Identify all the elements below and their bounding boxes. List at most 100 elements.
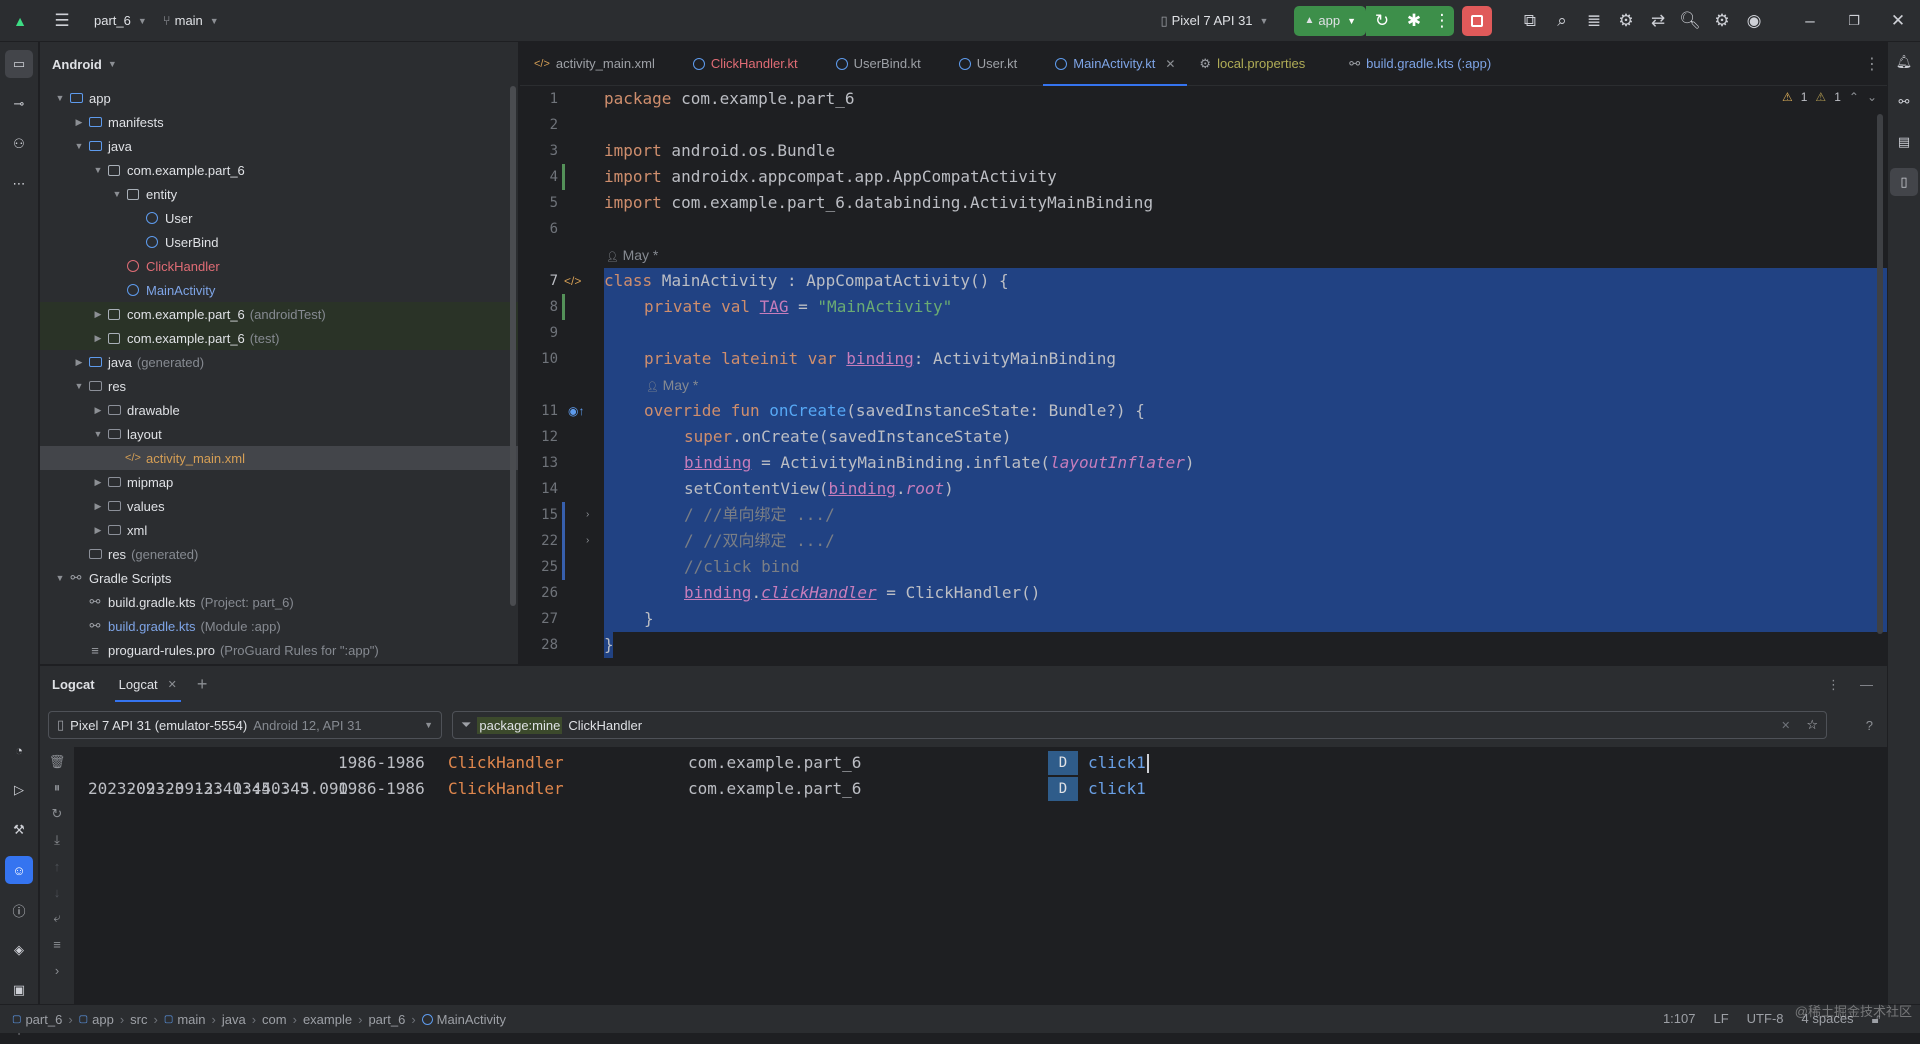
author-hint[interactable]: 👤︎ May * [606, 242, 658, 268]
settings-gear-icon[interactable]: ⚙ [1706, 6, 1738, 36]
tree-item-xml[interactable]: ▶ xml [40, 518, 518, 542]
gradle-icon[interactable]: ⚯ [1890, 88, 1918, 116]
tree-item-userbind[interactable]: UserBind [40, 230, 518, 254]
logcat-icon[interactable]: ☺ [5, 856, 33, 884]
tree-item-res[interactable]: ▼ res [40, 374, 518, 398]
down-arrow-icon[interactable]: ↓ [40, 879, 74, 905]
close-window-icon[interactable]: ✕ [1876, 6, 1920, 36]
minimize-panel-icon[interactable]: — [1860, 677, 1873, 692]
add-tab-icon[interactable]: + [197, 674, 208, 695]
more-tools-icon[interactable]: ⋯ [5, 170, 33, 198]
structure-icon[interactable]: ⚇ [5, 130, 33, 158]
pause-icon[interactable]: ⏸ [40, 775, 74, 801]
logcat-filter-input[interactable]: ⏷ package:mine ClickHandler ✕ ☆ [452, 711, 1827, 739]
running-devices-icon[interactable]: ▯ [1890, 168, 1918, 196]
run-config-selector[interactable]: ▲ app ▼ [1294, 5, 1366, 36]
tab-options-icon[interactable]: ⋮ [1857, 54, 1887, 74]
settings-icon[interactable]: ≡ [40, 931, 74, 957]
tab-user[interactable]: User.kt [947, 42, 1029, 86]
project-folder-icon[interactable]: ▭ [5, 50, 33, 78]
commit-icon[interactable]: ⊸ [5, 90, 33, 118]
project-view-selector[interactable]: Android ▼ [40, 42, 518, 86]
help-icon[interactable]: ? [1866, 718, 1873, 733]
problems-icon[interactable]: ⓘ [5, 896, 33, 924]
tab-build-gradle-app[interactable]: ⚯ build.gradle.kts (:app) [1337, 42, 1503, 86]
tree-item-build-gradle-module[interactable]: ⚯ build.gradle.kts (Module :app) [40, 614, 518, 638]
tree-item-java[interactable]: ▼ java [40, 134, 518, 158]
tree-item-clickhandler[interactable]: ClickHandler [40, 254, 518, 278]
expand-icon[interactable]: › [40, 957, 74, 983]
notifications-bell-icon[interactable]: 🔔︎ [1890, 48, 1918, 76]
author-hint[interactable]: 👤︎ May * [646, 372, 698, 398]
fold-chevron-icon[interactable]: › [586, 502, 589, 528]
editor-scrollbar[interactable] [1877, 114, 1883, 634]
chevron-up-icon[interactable]: ⌃ [1849, 90, 1859, 104]
tab-logcat[interactable]: Logcat ✕ [107, 666, 189, 704]
account-icon[interactable]: ◉ [1738, 6, 1770, 36]
inspection-widget[interactable]: ⚠ 1 ⚠ 1 ⌃ ⌄ [1782, 90, 1877, 104]
code-editor[interactable]: package com.example.part_6 import androi… [604, 86, 1887, 664]
breadcrumb-item[interactable]: com [262, 1012, 287, 1027]
soft-wrap-icon[interactable]: ⤶ [40, 905, 74, 931]
breadcrumb-item[interactable]: ▢ part_6 [12, 1012, 62, 1027]
breadcrumb-item[interactable]: example [303, 1012, 352, 1027]
tree-item-values[interactable]: ▶ values [40, 494, 518, 518]
main-menu-icon[interactable]: ☰ [46, 6, 78, 36]
breadcrumb-item[interactable]: java [222, 1012, 246, 1027]
device-selector[interactable]: ▯ Pixel 7 API 31 ▼ [1152, 6, 1276, 36]
tree-item-java-generated[interactable]: ▶ java (generated) [40, 350, 518, 374]
options-icon[interactable]: ⋮ [1827, 677, 1840, 693]
debug-icon[interactable]: ✱ [1398, 5, 1430, 36]
project-scrollbar[interactable] [510, 86, 516, 606]
tree-item-manifests[interactable]: ▶ manifests [40, 110, 518, 134]
chevron-down-icon[interactable]: ⌄ [1867, 90, 1877, 104]
terminal-icon[interactable]: ▣ [5, 976, 33, 1004]
file-encoding[interactable]: UTF-8 [1747, 1011, 1784, 1027]
device-manager-icon[interactable]: ⧉ [1514, 6, 1546, 36]
tab-userbind[interactable]: UserBind.kt [824, 42, 933, 86]
breadcrumb-item[interactable]: src [130, 1012, 147, 1027]
layout-inspector-icon[interactable]: ≣ [1578, 6, 1610, 36]
tree-item-drawable[interactable]: ▶ drawable [40, 398, 518, 422]
tree-item-res-generated[interactable]: res (generated) [40, 542, 518, 566]
line-separator[interactable]: LF [1714, 1011, 1729, 1027]
clear-logcat-icon[interactable]: 🗑︎ [40, 749, 74, 775]
breadcrumb-item[interactable]: part_6 [368, 1012, 405, 1027]
override-icon[interactable]: ◉↑ [568, 398, 584, 424]
tree-item-mainactivity[interactable]: MainActivity [40, 278, 518, 302]
tree-item-test[interactable]: ▶ com.example.part_6 (test) [40, 326, 518, 350]
run-icon[interactable]: ▷ [5, 776, 33, 804]
breadcrumb-item[interactable]: ▢ app [79, 1012, 114, 1027]
restore-window-icon[interactable]: ❐ [1832, 6, 1876, 36]
breadcrumb-item[interactable]: ▢ main [164, 1012, 206, 1027]
apply-changes-icon[interactable]: ↻ [1366, 5, 1398, 36]
tab-clickhandler[interactable]: ClickHandler.kt [681, 42, 810, 86]
implementation-icon[interactable]: </> [564, 268, 581, 294]
up-arrow-icon[interactable]: ↑ [40, 853, 74, 879]
app-inspection-icon[interactable]: ◈ [5, 936, 33, 964]
code-line-15[interactable]: / //单向绑定 .../ [684, 502, 835, 528]
device-file-explorer-icon[interactable]: ▤ [1890, 128, 1918, 156]
close-tab-icon[interactable]: ✕ [1165, 57, 1175, 71]
tree-item-build-gradle-project[interactable]: ⚯ build.gradle.kts (Project: part_6) [40, 590, 518, 614]
tree-item-activity-main-xml[interactable]: </> activity_main.xml [40, 446, 518, 470]
code-line-22[interactable]: / //双向绑定 .../ [684, 528, 835, 554]
tree-item-user[interactable]: User [40, 206, 518, 230]
logcat-output[interactable]: 2023-09-23 13:40:45.090 1986-1986 ClickH… [74, 747, 1887, 1004]
caret-position[interactable]: 1:107 [1663, 1011, 1696, 1027]
close-tab-icon[interactable]: ✕ [168, 678, 177, 691]
app-quality-icon[interactable]: ◔ [5, 736, 33, 764]
tree-item-android-test[interactable]: ▶ com.example.part_6 (androidTest) [40, 302, 518, 326]
more-actions-icon[interactable]: ⋮ [1430, 5, 1454, 36]
sync-icon[interactable]: ⇄ [1642, 6, 1674, 36]
profiler-icon[interactable]: ⚙ [1610, 6, 1642, 36]
clear-filter-icon[interactable]: ✕ [1781, 719, 1790, 732]
tree-item-mipmap[interactable]: ▶ mipmap [40, 470, 518, 494]
tab-local-properties[interactable]: ⚙ local.properties [1187, 42, 1317, 86]
breadcrumb-item[interactable]: MainActivity [421, 1012, 506, 1027]
tree-item-layout[interactable]: ▼ layout [40, 422, 518, 446]
favorite-star-icon[interactable]: ☆ [1806, 717, 1818, 733]
stop-button[interactable] [1462, 5, 1492, 36]
tree-item-entity[interactable]: ▼ entity [40, 182, 518, 206]
restart-icon[interactable]: ↻ [40, 801, 74, 827]
